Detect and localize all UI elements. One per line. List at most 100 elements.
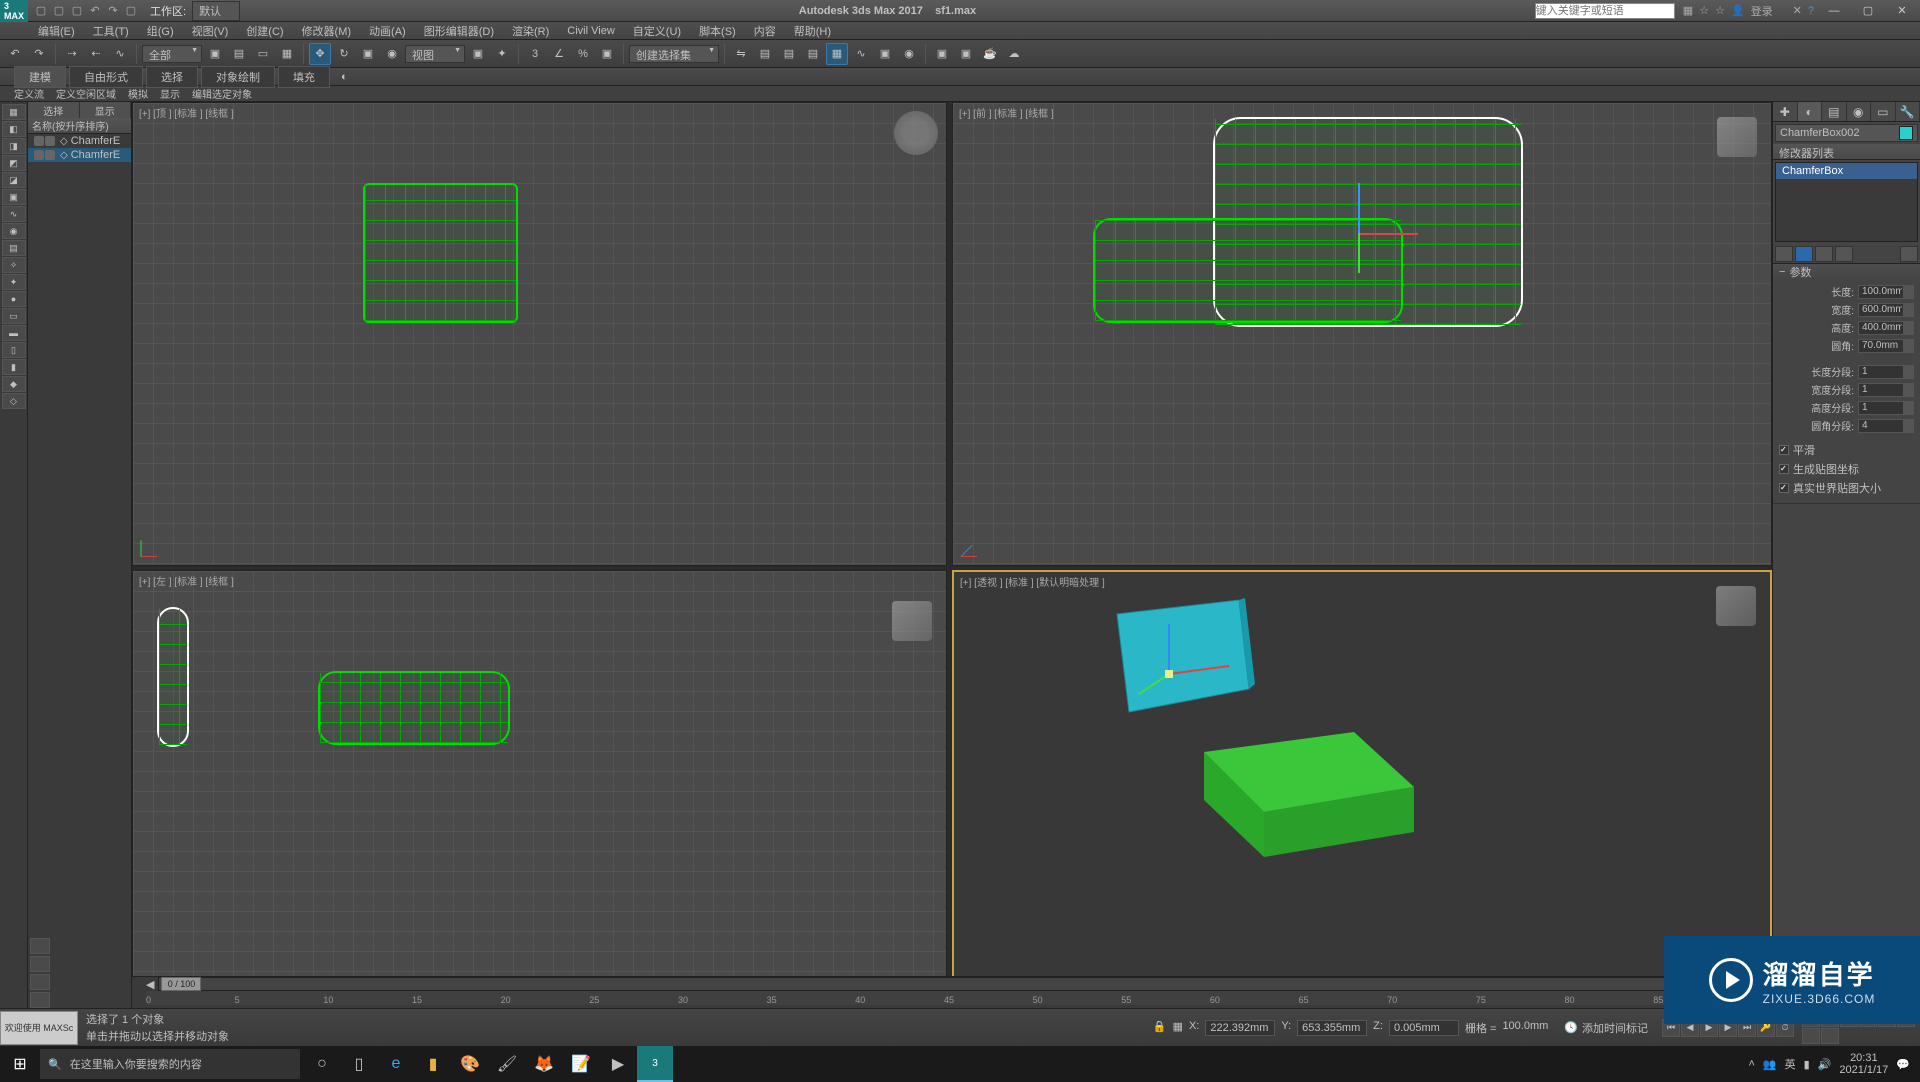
wseg-spinner[interactable]: 1 <box>1858 383 1914 397</box>
help-icon[interactable]: ? <box>1808 5 1814 17</box>
ltool-3[interactable]: ◨ <box>2 138 26 154</box>
placement-button[interactable]: ◉ <box>381 43 403 65</box>
se-btn-3[interactable] <box>30 974 50 990</box>
z-coord-field[interactable]: 0.005mm <box>1389 1020 1459 1036</box>
app-1-icon[interactable]: 🎨 <box>452 1046 488 1082</box>
login-button[interactable]: 登录 <box>1751 3 1773 19</box>
render-setup-button[interactable]: ▣ <box>931 43 953 65</box>
curve-editor-button[interactable]: ∿ <box>850 43 872 65</box>
hseg-spinner[interactable]: 1 <box>1858 401 1914 415</box>
manipulate-button[interactable]: ✦ <box>491 43 513 65</box>
layer-explorer-button[interactable]: ▤ <box>802 43 824 65</box>
time-slider-handle[interactable]: 0 / 100 <box>161 977 201 991</box>
ref-coord-dropdown[interactable]: 视图 <box>405 45 465 63</box>
tray-notif-icon[interactable]: 💬 <box>1896 1058 1910 1071</box>
ribbon-tab-selection[interactable]: 选择 <box>146 66 198 88</box>
y-coord-field[interactable]: 653.355mm <box>1297 1020 1367 1036</box>
ltool-6[interactable]: ▣ <box>2 189 26 205</box>
object-color-swatch[interactable] <box>1899 126 1913 140</box>
firefox-icon[interactable]: 🦊 <box>526 1046 562 1082</box>
redo-icon[interactable]: ↷ <box>106 4 120 18</box>
material-editor-button[interactable]: ◉ <box>898 43 920 65</box>
tray-time[interactable]: 20:31 <box>1839 1052 1888 1064</box>
menu-group[interactable]: 组(G) <box>139 22 182 40</box>
viewport-top[interactable]: [+] [顶 ] [标准 ] [线框 ] <box>132 102 947 566</box>
maxscript-mini[interactable]: 欢迎使用 MAXSc <box>0 1011 78 1045</box>
ltool-10[interactable]: ✧ <box>2 257 26 273</box>
select-name-button[interactable]: ▤ <box>228 43 250 65</box>
stack-pin[interactable] <box>1775 246 1793 262</box>
viewcube-front[interactable] <box>1717 117 1757 157</box>
time-slider-track[interactable]: 0 / 100 <box>158 977 1745 991</box>
tray-net-icon[interactable]: ▮ <box>1804 1058 1810 1071</box>
ltool-8[interactable]: ◉ <box>2 223 26 239</box>
menu-create[interactable]: 创建(C) <box>238 22 291 40</box>
app-3-icon[interactable]: 📝 <box>563 1046 599 1082</box>
ribbon-defineflow[interactable]: 定义流 <box>14 86 44 101</box>
menu-animation[interactable]: 动画(A) <box>361 22 414 40</box>
cortana-icon[interactable]: ▯ <box>341 1046 377 1082</box>
ltool-4[interactable]: ◩ <box>2 155 26 171</box>
explorer-icon[interactable]: ▮ <box>415 1046 451 1082</box>
window-crossing-button[interactable]: ▦ <box>276 43 298 65</box>
viewport-left[interactable]: [+] [左 ] [标准 ] [线框 ] <box>132 570 947 1043</box>
undo-button[interactable]: ↶ <box>4 43 26 65</box>
align-button[interactable]: ▤ <box>754 43 776 65</box>
ltool-1[interactable]: ▦ <box>2 104 26 120</box>
new-icon[interactable]: ▢ <box>34 4 48 18</box>
ltool-18[interactable]: ◇ <box>2 393 26 409</box>
lock-icon[interactable]: 🔒 <box>1153 1020 1167 1036</box>
coord-toggle-icon[interactable]: ▦ <box>1173 1020 1183 1036</box>
fillet-spinner[interactable]: 70.0mm <box>1858 339 1914 353</box>
se-header[interactable]: 名称(按升序排序) <box>28 118 131 134</box>
cp-tab-utilities[interactable]: 🔧 <box>1896 102 1920 121</box>
link-button[interactable]: ⇢ <box>61 43 83 65</box>
ribbon-tab-modeling[interactable]: 建模 <box>14 66 66 88</box>
add-timetag[interactable]: 添加时间标记 <box>1582 1020 1648 1036</box>
fav-icon[interactable]: ☆ <box>1715 4 1725 17</box>
ltool-5[interactable]: ◪ <box>2 172 26 188</box>
ltool-9[interactable]: ▤ <box>2 240 26 256</box>
menu-customize[interactable]: 自定义(U) <box>625 22 689 40</box>
viewport-perspective[interactable]: [+] [透视 ] [标准 ] [默认明暗处理 ] <box>952 570 1772 1043</box>
mirror-button[interactable]: ⇋ <box>730 43 752 65</box>
cp-tab-motion[interactable]: ◉ <box>1847 102 1872 121</box>
se-row-0[interactable]: ◇ ChamferE <box>28 134 131 148</box>
help-search-input[interactable] <box>1535 3 1675 19</box>
ribbon-defineidle[interactable]: 定义空闲区域 <box>56 86 116 101</box>
stack-remove[interactable] <box>1835 246 1853 262</box>
viewcube-top[interactable] <box>894 111 938 155</box>
se-btn-4[interactable] <box>30 992 50 1008</box>
app-2-icon[interactable]: 🖌 <box>489 1046 525 1082</box>
render-button[interactable]: ☕ <box>979 43 1001 65</box>
angle-snap-toggle[interactable]: ∠ <box>548 43 570 65</box>
start-button[interactable]: ⊞ <box>0 1046 40 1082</box>
unlink-button[interactable]: ⇠ <box>85 43 107 65</box>
cp-tab-create[interactable]: ✚ <box>1773 102 1798 121</box>
ribbon-tab-freeform[interactable]: 自由形式 <box>69 66 143 88</box>
tray-ime-icon[interactable]: 英 <box>1785 1056 1796 1072</box>
lseg-spinner[interactable]: 1 <box>1858 365 1914 379</box>
selection-filter[interactable]: 全部 <box>142 45 202 63</box>
stack-config[interactable] <box>1900 246 1918 262</box>
viewport-front[interactable]: [+] [前 ] [标准 ] [线框 ] <box>952 102 1772 566</box>
ltool-14[interactable]: ▬ <box>2 325 26 341</box>
menu-maxscript[interactable]: 脚本(S) <box>691 22 744 40</box>
nav-orbit[interactable] <box>1802 1028 1820 1044</box>
tray-people-icon[interactable]: 👥 <box>1763 1058 1777 1071</box>
pivot-button[interactable]: ▣ <box>467 43 489 65</box>
cp-tab-hierarchy[interactable]: ▤ <box>1822 102 1847 121</box>
menu-modifiers[interactable]: 修改器(M) <box>294 22 360 40</box>
se-tab-select[interactable]: 选择 <box>28 102 80 118</box>
percent-snap-toggle[interactable]: % <box>572 43 594 65</box>
stack-showresult[interactable] <box>1795 246 1813 262</box>
menu-content[interactable]: 内容 <box>746 22 784 40</box>
rollout-params-header[interactable]: − 参数 <box>1773 264 1920 280</box>
menu-views[interactable]: 视图(V) <box>184 22 237 40</box>
object-name-field[interactable]: ChamferBox002 <box>1775 124 1918 142</box>
close-button[interactable]: ✕ <box>1888 2 1916 20</box>
snap-toggle[interactable]: 3 <box>524 43 546 65</box>
height-spinner[interactable]: 400.0mm <box>1858 321 1914 335</box>
ltool-12[interactable]: ● <box>2 291 26 307</box>
save-icon[interactable]: ▢ <box>70 4 84 18</box>
